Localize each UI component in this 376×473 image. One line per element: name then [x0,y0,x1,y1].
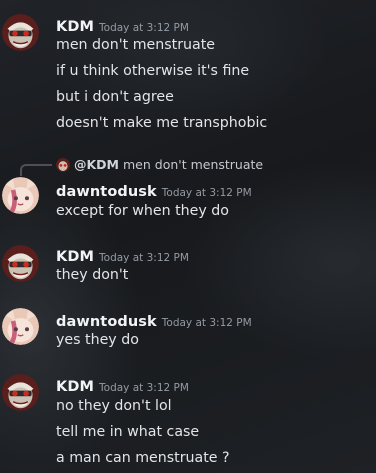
reply-author[interactable]: @KDM [74,157,119,172]
dawntodusk-avatar[interactable] [2,308,39,345]
message-text: tell me in what case [56,424,200,440]
message-text: but i don't agree [56,89,174,105]
kdm-mini-avatar [56,158,70,172]
message-text: doesn't make me transphobic [56,115,268,131]
message-text: they don't [56,267,129,283]
timestamp: Today at 3:12 PM [161,317,252,329]
username[interactable]: dawntodusk [56,184,157,200]
reply-spine [20,164,52,176]
reply-text: men don't menstruate [123,157,264,172]
message-text: yes they do [56,332,139,348]
timestamp: Today at 3:12 PM [99,252,189,264]
timestamp: Today at 3:12 PM [161,187,252,199]
username[interactable]: KDM [56,19,94,35]
reply-preview[interactable]: @KDM men don't menstruate [56,157,263,172]
message-text: men don't menstruate [56,37,216,53]
username[interactable]: KDM [56,379,94,395]
message-text: a man can menstruate ? [56,450,230,466]
username[interactable]: KDM [56,249,94,265]
message-text: if u think otherwise it's fine [56,63,250,79]
kdm-avatar[interactable] [2,374,39,411]
timestamp: Today at 3:12 PM [99,382,189,394]
username[interactable]: dawntodusk [56,314,157,330]
kdm-avatar[interactable] [2,245,39,282]
message-text: except for when they do [56,203,229,219]
dawntodusk-avatar[interactable] [2,177,39,214]
kdm-avatar[interactable] [2,14,39,51]
timestamp: Today at 3:12 PM [99,22,189,34]
message-text: no they don't lol [56,398,172,414]
